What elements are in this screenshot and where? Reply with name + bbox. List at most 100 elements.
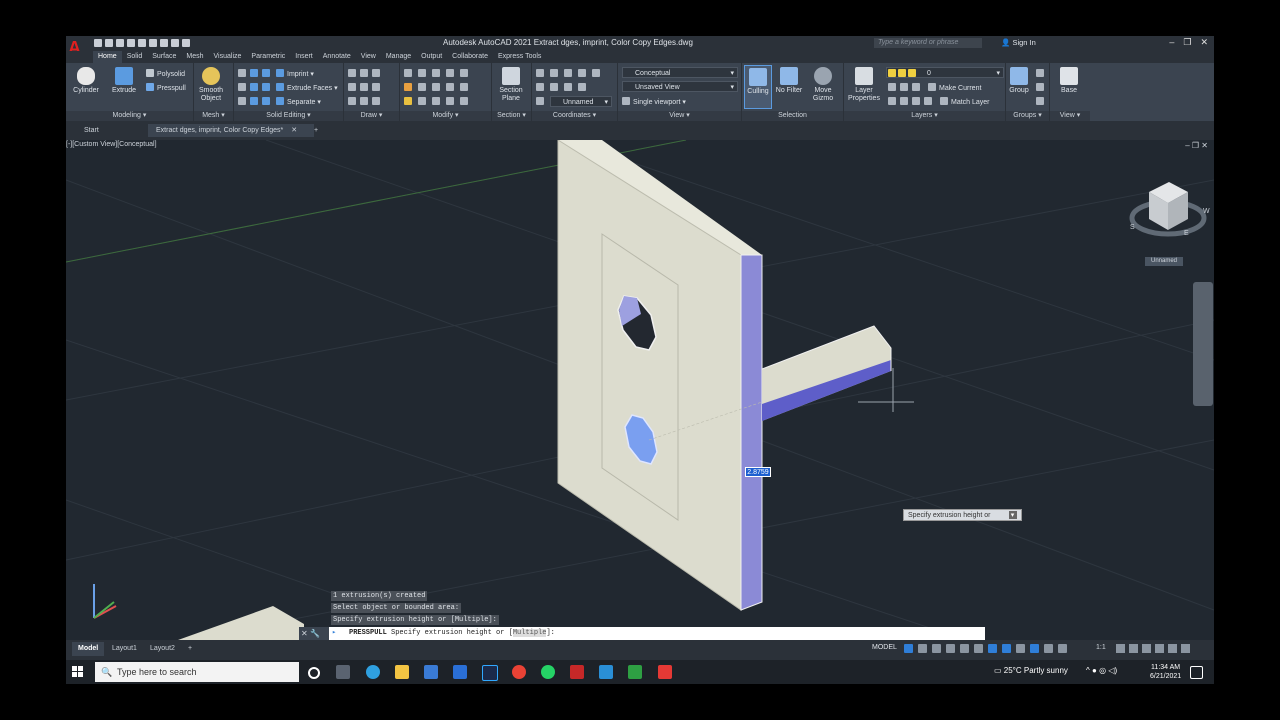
ellipse-icon[interactable] (372, 97, 380, 105)
restore-viewport-icon[interactable]: ❐ (1192, 141, 1201, 150)
add-icon[interactable] (1129, 644, 1138, 653)
ucs-origin-icon[interactable] (536, 97, 544, 105)
solid-editing-title[interactable]: Solid Editing ▾ (234, 111, 343, 121)
stretch-icon[interactable] (418, 83, 426, 91)
saved-view-dropdown[interactable]: Unsaved View (622, 81, 738, 93)
ungroup-icon[interactable] (1036, 69, 1044, 77)
mirror-icon[interactable] (446, 69, 454, 77)
minimize-viewport-icon[interactable]: – (1185, 141, 1189, 150)
line-icon[interactable] (348, 69, 356, 77)
ucs-menu-button[interactable]: Unnamed (1145, 257, 1183, 266)
isodraft-icon[interactable] (960, 644, 969, 653)
layer-tool-icon[interactable] (912, 83, 920, 91)
no-filter-button[interactable]: No Filter (774, 67, 804, 95)
autocad-taskbar-icon[interactable] (570, 665, 584, 679)
annotation-scale[interactable]: 1:1 (1096, 644, 1106, 651)
customization-menu-icon[interactable] (1181, 644, 1190, 653)
save-as-icon[interactable] (127, 39, 135, 47)
isolate-objects-icon[interactable] (1142, 644, 1151, 653)
tab-manage[interactable]: Manage (381, 51, 416, 63)
slice-icon[interactable] (262, 69, 270, 77)
new-icon[interactable] (94, 39, 102, 47)
edge-icon[interactable] (366, 665, 380, 679)
ucs-y-icon[interactable] (550, 83, 558, 91)
minimize-icon[interactable]: – (1169, 37, 1174, 48)
union-icon[interactable] (250, 69, 258, 77)
lightbulb-icon[interactable] (888, 69, 896, 77)
rotate-icon[interactable] (418, 69, 426, 77)
grid-icon[interactable] (904, 644, 913, 653)
scale-icon[interactable] (432, 83, 440, 91)
trim-icon[interactable] (404, 97, 412, 105)
modify-title[interactable]: Modify ▾ (400, 111, 491, 121)
partial-solid-object[interactable] (178, 606, 304, 640)
tab-active-drawing[interactable]: Extract dges, imprint, Color Copy Edges*… (148, 124, 314, 137)
subtract-icon[interactable] (250, 83, 258, 91)
array-icon[interactable] (446, 83, 454, 91)
ucs-icon[interactable] (536, 69, 544, 77)
layer-tool-icon[interactable] (888, 83, 896, 91)
visual-style-dropdown[interactable]: Conceptual (622, 67, 738, 79)
make-current-button[interactable]: Make Current (928, 83, 981, 92)
presspull-button[interactable]: Presspull (146, 83, 186, 92)
sun-icon[interactable] (898, 69, 906, 77)
solid-edit-icon[interactable] (238, 69, 246, 77)
copy-icon[interactable] (432, 69, 440, 77)
erase-icon[interactable] (404, 83, 412, 91)
viewport-config-button[interactable]: Single viewport ▾ (622, 97, 686, 106)
help-search-input[interactable]: Type a keyword or phrase (874, 38, 982, 48)
model-space-button[interactable]: MODEL (872, 644, 897, 651)
lock-icon[interactable] (908, 69, 916, 77)
ortho-icon[interactable] (932, 644, 941, 653)
match-layer-button[interactable]: Match Layer (940, 97, 990, 106)
tab-home[interactable]: Home (93, 51, 122, 63)
offset-icon[interactable] (460, 83, 468, 91)
snap-icon[interactable] (918, 644, 927, 653)
drawing-viewport[interactable]: [-][Custom View][Conceptual] – ❐ ✕ S E W… (66, 140, 1214, 640)
store-icon[interactable] (424, 665, 438, 679)
tab-express-tools[interactable]: Express Tools (493, 51, 546, 63)
ucs-previous-icon[interactable] (564, 69, 572, 77)
spline-icon[interactable] (348, 83, 356, 91)
close-command-icon[interactable]: ✕ (301, 629, 308, 638)
web-save-icon[interactable] (149, 39, 157, 47)
restore-icon[interactable]: ❐ (1183, 37, 1191, 48)
ucs-object-icon[interactable] (592, 69, 600, 77)
tab-annotate[interactable]: Annotate (318, 51, 356, 63)
layer-tool-icon[interactable] (888, 97, 896, 105)
close-tab-icon[interactable]: ✕ (291, 127, 297, 134)
plate-side-face[interactable] (740, 254, 763, 611)
tab-visualize[interactable]: Visualize (209, 51, 247, 63)
viewcube[interactable] (1129, 182, 1207, 237)
join-icon[interactable] (446, 97, 454, 105)
tab-view[interactable]: View (356, 51, 381, 63)
gear-icon[interactable] (1116, 644, 1125, 653)
circle-icon[interactable] (372, 83, 380, 91)
fillet-icon[interactable] (460, 69, 468, 77)
recorder-icon[interactable] (658, 665, 672, 679)
tab-mesh[interactable]: Mesh (181, 51, 208, 63)
microphone-icon[interactable]: ● (1092, 666, 1097, 675)
close-icon[interactable]: ✕ (1200, 37, 1208, 48)
layer-tool-icon[interactable] (924, 97, 932, 105)
command-option-multiple[interactable]: Multiple (512, 629, 547, 637)
volume-icon[interactable]: ◁) (1108, 666, 1117, 675)
base-view-button[interactable]: Base (1054, 67, 1084, 95)
tab-solid[interactable]: Solid (122, 51, 148, 63)
ucs-view-icon[interactable] (578, 83, 586, 91)
polar-icon[interactable] (946, 644, 955, 653)
dynamic-ucs-icon[interactable] (1002, 644, 1011, 653)
app-taskbar-icon[interactable] (599, 665, 613, 679)
interfere-icon[interactable] (262, 97, 270, 105)
web-open-icon[interactable] (138, 39, 146, 47)
tab-layout1[interactable]: Layout1 (106, 642, 143, 656)
sign-in-button[interactable]: 👤 Sign In (1001, 38, 1036, 47)
group-edit-icon[interactable] (1036, 83, 1044, 91)
tab-start[interactable]: Start (76, 124, 107, 137)
extrude-button[interactable]: Extrude (108, 67, 140, 95)
tab-layout2[interactable]: Layout2 (144, 642, 181, 656)
groups-title[interactable]: Groups ▾ (1006, 111, 1049, 121)
separate-button[interactable]: Separate ▾ (276, 97, 321, 106)
chamfer-icon[interactable] (460, 97, 468, 105)
notification-icon[interactable] (1190, 666, 1203, 679)
